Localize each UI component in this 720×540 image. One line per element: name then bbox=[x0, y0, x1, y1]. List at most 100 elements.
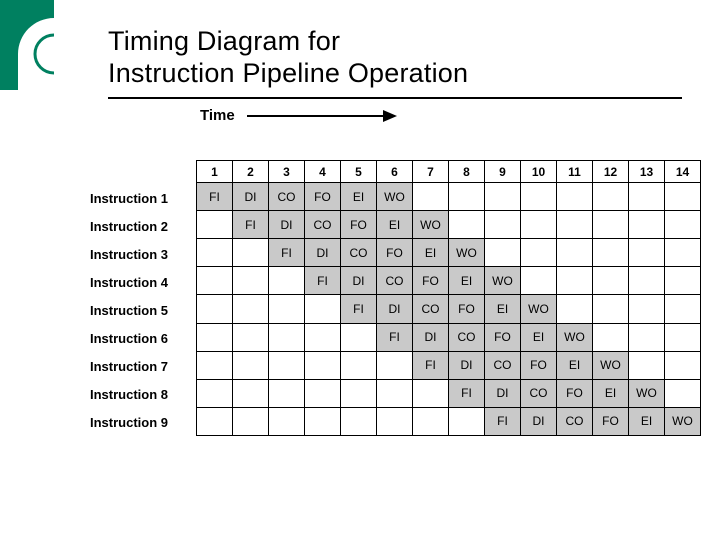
cycle-header: 3 bbox=[269, 161, 305, 183]
cycle-header: 2 bbox=[233, 161, 269, 183]
pipeline-cell bbox=[557, 267, 593, 295]
pipeline-cell: FO bbox=[485, 323, 521, 351]
pipeline-cell: EI bbox=[449, 267, 485, 295]
pipeline-cell bbox=[305, 379, 341, 407]
pipeline-cell: EI bbox=[377, 211, 413, 239]
pipeline-cell bbox=[593, 323, 629, 351]
pipeline-cell: CO bbox=[377, 267, 413, 295]
pipeline-cell: FI bbox=[485, 407, 521, 435]
pipeline-cell: WO bbox=[629, 379, 665, 407]
pipeline-cell bbox=[665, 323, 701, 351]
pipeline-cell bbox=[593, 239, 629, 267]
pipeline-cell bbox=[233, 267, 269, 295]
pipeline-cell bbox=[197, 295, 233, 323]
pipeline-cell: EI bbox=[521, 323, 557, 351]
pipeline-cell: FI bbox=[305, 267, 341, 295]
pipeline-cell: EI bbox=[557, 351, 593, 379]
table-row: FIDICOFOEIWO bbox=[197, 211, 701, 239]
pipeline-cell bbox=[521, 239, 557, 267]
arrow-right-icon bbox=[247, 109, 397, 123]
cycle-header-row: 1234567891011121314 bbox=[197, 161, 701, 183]
pipeline-cell: DI bbox=[521, 407, 557, 435]
pipeline-cell: FO bbox=[557, 379, 593, 407]
pipeline-cell: FI bbox=[269, 239, 305, 267]
cycle-header: 7 bbox=[413, 161, 449, 183]
pipeline-cell: FO bbox=[341, 211, 377, 239]
title-line-2: Instruction Pipeline Operation bbox=[108, 58, 468, 88]
pipeline-cell: FO bbox=[593, 407, 629, 435]
cycle-header: 10 bbox=[521, 161, 557, 183]
table-row: FIDICOFOEIWO bbox=[197, 295, 701, 323]
instruction-label: Instruction 9 bbox=[90, 408, 196, 436]
cycle-header: 9 bbox=[485, 161, 521, 183]
instruction-label: Instruction 6 bbox=[90, 324, 196, 352]
pipeline-cell: CO bbox=[413, 295, 449, 323]
pipeline-cell bbox=[629, 239, 665, 267]
pipeline-cell: EI bbox=[593, 379, 629, 407]
instruction-label: Instruction 7 bbox=[90, 352, 196, 380]
pipeline-cell: DI bbox=[269, 211, 305, 239]
pipeline-cell bbox=[629, 351, 665, 379]
pipeline-cell: CO bbox=[269, 183, 305, 211]
pipeline-cell: DI bbox=[413, 323, 449, 351]
pipeline-cell: CO bbox=[485, 351, 521, 379]
pipeline-cell bbox=[197, 323, 233, 351]
pipeline-cell bbox=[233, 351, 269, 379]
pipeline-cell: FI bbox=[197, 183, 233, 211]
pipeline-cell bbox=[269, 351, 305, 379]
pipeline-cell bbox=[233, 407, 269, 435]
pipeline-cell bbox=[341, 407, 377, 435]
cycle-header: 12 bbox=[593, 161, 629, 183]
pipeline-cell: DI bbox=[233, 183, 269, 211]
pipeline-cell: WO bbox=[485, 267, 521, 295]
pipeline-cell: FI bbox=[377, 323, 413, 351]
pipeline-cell bbox=[485, 183, 521, 211]
pipeline-cell bbox=[665, 379, 701, 407]
pipeline-cell bbox=[269, 407, 305, 435]
pipeline-cell bbox=[665, 351, 701, 379]
pipeline-cell bbox=[269, 295, 305, 323]
pipeline-cell: CO bbox=[521, 379, 557, 407]
pipeline-cell bbox=[233, 295, 269, 323]
pipeline-cell: EI bbox=[485, 295, 521, 323]
pipeline-cell: WO bbox=[521, 295, 557, 323]
pipeline-cell bbox=[197, 407, 233, 435]
pipeline-cell bbox=[665, 183, 701, 211]
cycle-header: 11 bbox=[557, 161, 593, 183]
pipeline-cell bbox=[377, 351, 413, 379]
instruction-label: Instruction 3 bbox=[90, 240, 196, 268]
cycle-header: 14 bbox=[665, 161, 701, 183]
pipeline-cell bbox=[413, 379, 449, 407]
pipeline-cell bbox=[197, 211, 233, 239]
pipeline-cell: DI bbox=[377, 295, 413, 323]
pipeline-cell: WO bbox=[449, 239, 485, 267]
pipeline-cell: CO bbox=[305, 211, 341, 239]
cycle-header: 13 bbox=[629, 161, 665, 183]
pipeline-cell bbox=[557, 211, 593, 239]
pipeline-cell bbox=[557, 295, 593, 323]
pipeline-cell: FI bbox=[341, 295, 377, 323]
pipeline-cell bbox=[197, 239, 233, 267]
table-row: FIDICOFOEIWO bbox=[197, 183, 701, 211]
pipeline-cell bbox=[377, 407, 413, 435]
pipeline-cell: CO bbox=[449, 323, 485, 351]
pipeline-cell: WO bbox=[377, 183, 413, 211]
instruction-labels: Instruction 1Instruction 2Instruction 3I… bbox=[90, 160, 196, 436]
pipeline-cell bbox=[665, 295, 701, 323]
pipeline-cell: WO bbox=[413, 211, 449, 239]
pipeline-cell bbox=[485, 211, 521, 239]
pipeline-cell: DI bbox=[449, 351, 485, 379]
pipeline-cell bbox=[593, 183, 629, 211]
pipeline-cell bbox=[449, 183, 485, 211]
instruction-label: Instruction 2 bbox=[90, 212, 196, 240]
cycle-header: 5 bbox=[341, 161, 377, 183]
pipeline-cell bbox=[341, 351, 377, 379]
pipeline-cell bbox=[629, 323, 665, 351]
pipeline-cell bbox=[197, 379, 233, 407]
pipeline-cell bbox=[665, 267, 701, 295]
pipeline-cell bbox=[521, 183, 557, 211]
pipeline-cell bbox=[305, 295, 341, 323]
pipeline-cell: WO bbox=[593, 351, 629, 379]
pipeline-cell bbox=[341, 379, 377, 407]
pipeline-cell bbox=[269, 379, 305, 407]
